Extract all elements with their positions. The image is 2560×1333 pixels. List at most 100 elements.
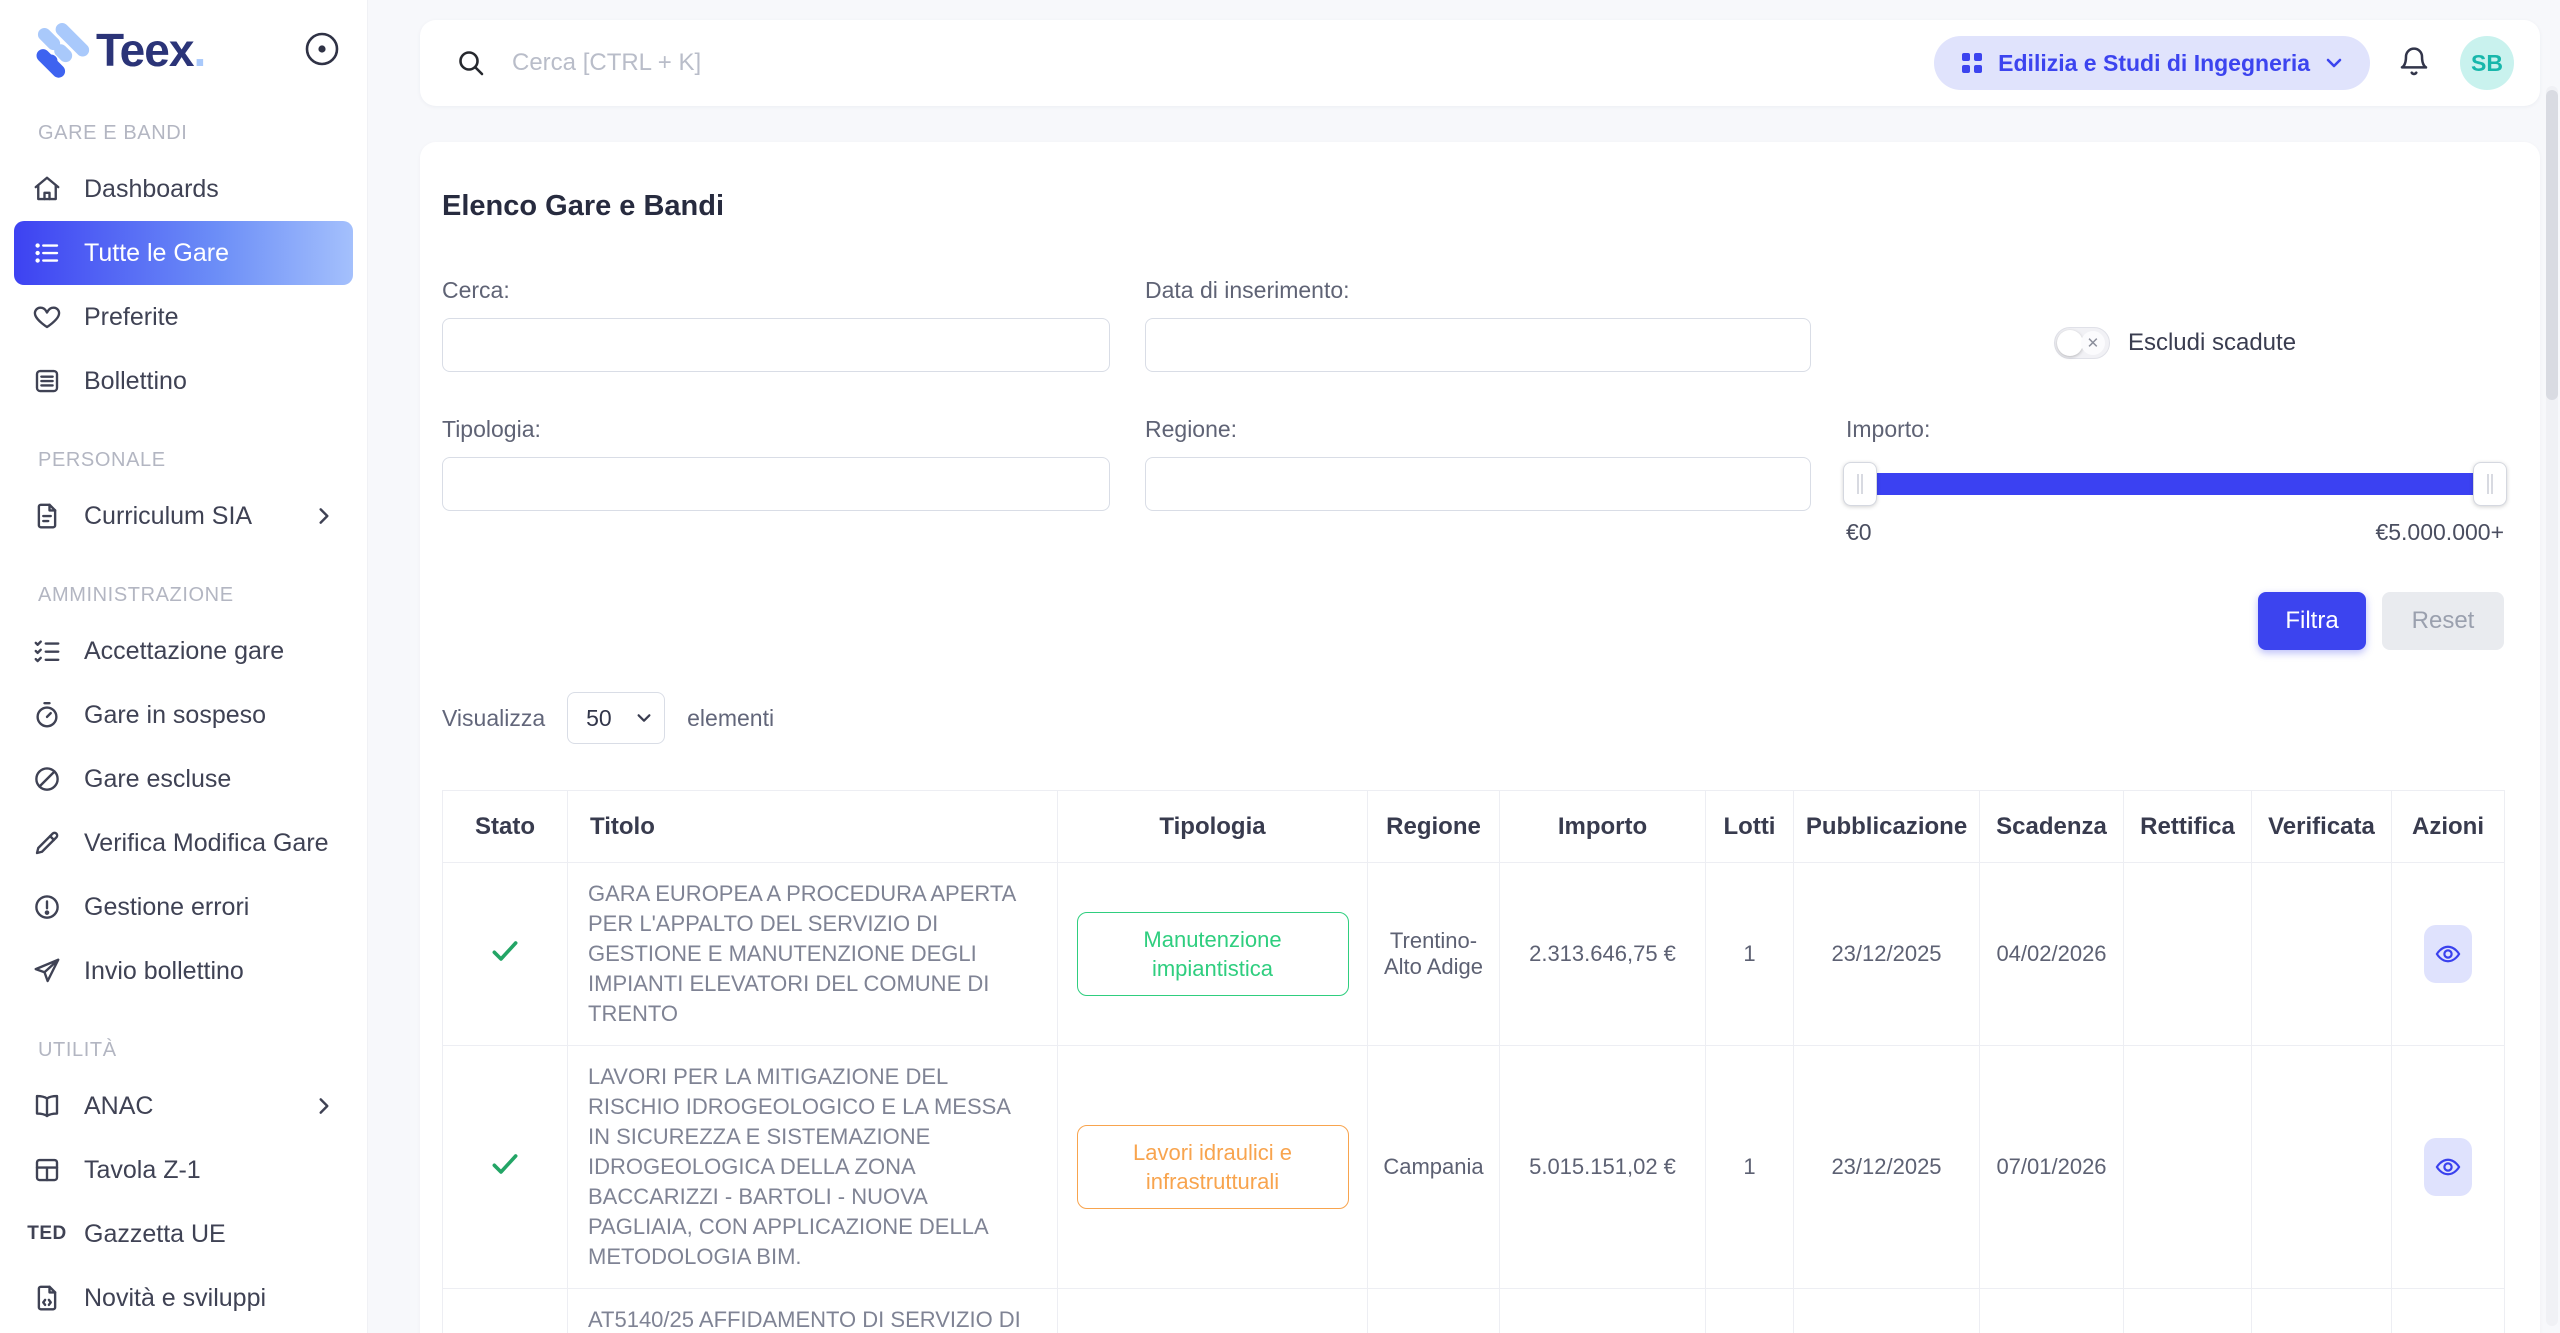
- sidebar-item-gare-in-sospeso[interactable]: Gare in sospeso: [14, 683, 353, 747]
- sidebar-item-verifica-modifica-gare[interactable]: Verifica Modifica Gare: [14, 811, 353, 875]
- sidebar-item-preferite[interactable]: Preferite: [14, 285, 353, 349]
- gara-title: GARA EUROPEA A PROCEDURA APERTA PER L'AP…: [568, 863, 1058, 1046]
- sidebar-item-gare-escluse[interactable]: Gare escluse: [14, 747, 353, 811]
- page-size-select[interactable]: 50: [567, 692, 665, 744]
- eye-icon: [2434, 1153, 2462, 1181]
- sidebar-item-label: Tutte le Gare: [84, 239, 229, 268]
- search-icon: [456, 48, 486, 78]
- sidebar-item-label: Gare in sospeso: [84, 701, 266, 730]
- regione-cell: Trentino-Alto Adige: [1368, 863, 1500, 1046]
- verificata-cell: [2252, 1289, 2392, 1333]
- scrollbar-thumb[interactable]: [2546, 90, 2558, 400]
- pencil-icon: [32, 828, 62, 858]
- sidebar-item-gazzetta-ue[interactable]: TEDGazzetta UE: [14, 1202, 353, 1266]
- check-icon: [489, 1148, 521, 1180]
- sidebar-item-invio-bollettino[interactable]: Invio bollettino: [14, 939, 353, 1003]
- pubblicazione-cell: 23/12/2025: [1794, 1289, 1980, 1333]
- sidebar-collapse-button[interactable]: [303, 30, 341, 71]
- eye-icon: [2434, 940, 2462, 968]
- view-gara-button[interactable]: [2424, 925, 2472, 983]
- cerca-label: Cerca:: [442, 277, 1110, 304]
- pubblicazione-cell: 23/12/2025: [1794, 863, 1980, 1046]
- cerca-input[interactable]: [442, 318, 1110, 372]
- notifications-button[interactable]: [2398, 46, 2430, 81]
- section-label-amministrazione: AMMINISTRAZIONE: [38, 584, 353, 607]
- view-gara-button[interactable]: [2424, 1138, 2472, 1196]
- slider-track[interactable]: [1846, 473, 2504, 495]
- sidebar-item-bollettino[interactable]: Bollettino: [14, 349, 353, 413]
- regione-input[interactable]: [1145, 457, 1811, 511]
- file-code-icon: [32, 1283, 62, 1313]
- column-header-azioni: Azioni: [2392, 791, 2505, 863]
- sidebar-item-curriculum-sia[interactable]: Curriculum SIA: [14, 484, 353, 548]
- lotti-cell: 1: [1706, 1046, 1794, 1289]
- sidebar-item-novit-e-sviluppi[interactable]: Novità e sviluppi: [14, 1266, 353, 1330]
- sidebar-item-gestione-errori[interactable]: Gestione errori: [14, 875, 353, 939]
- filtra-button[interactable]: Filtra: [2258, 592, 2366, 650]
- filters: Cerca: Data di inserimento: ✕ Escludi sc…: [442, 277, 2504, 546]
- scadenza-cell: 10/02/2026: [1980, 1289, 2124, 1333]
- column-header-tipologia: Tipologia: [1058, 791, 1368, 863]
- filter-data: Data di inserimento:: [1145, 277, 1811, 372]
- pubblicazione-cell: 23/12/2025: [1794, 1046, 1980, 1289]
- sidebar-item-label: Verifica Modifica Gare: [84, 829, 329, 858]
- workspace-selector[interactable]: Edilizia e Studi di Ingegneria: [1934, 36, 2370, 90]
- avatar[interactable]: SB: [2460, 36, 2514, 90]
- importo-cell: 540.515,48 €: [1500, 1289, 1706, 1333]
- grid-icon: [1960, 51, 1984, 75]
- section-label-gare-e-bandi: GARE E BANDI: [38, 122, 353, 145]
- checklist-icon: [32, 636, 62, 666]
- sidebar: Teex. GARE E BANDI Dashboards Tutte le Gar…: [0, 0, 368, 1333]
- column-header-stato: Stato: [443, 791, 568, 863]
- file-text-icon: [32, 501, 62, 531]
- reset-button[interactable]: Reset: [2382, 592, 2504, 650]
- logo-row: Teex.: [0, 0, 367, 80]
- heart-icon: [32, 302, 62, 332]
- column-header-scadenza: Scadenza: [1980, 791, 2124, 863]
- importo-cell: 2.313.646,75 €: [1500, 863, 1706, 1046]
- column-header-importo: Importo: [1500, 791, 1706, 863]
- sidebar-item-tutte-le-gare[interactable]: Tutte le Gare: [14, 221, 353, 285]
- importo-label: Importo:: [1846, 416, 2504, 443]
- sidebar-item-dashboards[interactable]: Dashboards: [14, 157, 353, 221]
- sidebar-nav: GARE E BANDI Dashboards Tutte le Gare Prefe…: [0, 80, 367, 1330]
- slider-handle-max[interactable]: [2473, 462, 2507, 506]
- table-body: GARA EUROPEA A PROCEDURA APERTA PER L'AP…: [443, 863, 2505, 1333]
- book-icon: [32, 1091, 62, 1121]
- column-header-titolo: Titolo: [568, 791, 1058, 863]
- newspaper-icon: [32, 366, 62, 396]
- sidebar-item-accettazione-gare[interactable]: Accettazione gare: [14, 619, 353, 683]
- ted-icon: TED: [32, 1219, 62, 1249]
- regione-cell: Trentino-Alto Adige: [1368, 1289, 1500, 1333]
- tipologia-input[interactable]: [442, 457, 1110, 511]
- chevron-right-icon: [313, 1095, 335, 1117]
- sidebar-item-anac[interactable]: ANAC: [14, 1074, 353, 1138]
- search-input[interactable]: [512, 49, 1934, 77]
- data-label: Data di inserimento:: [1145, 277, 1811, 304]
- importo-cell: 5.015.151,02 €: [1500, 1046, 1706, 1289]
- slider-handle-min[interactable]: [1843, 462, 1877, 506]
- sidebar-item-label: Dashboards: [84, 175, 219, 204]
- toggle-x-icon: ✕: [2081, 331, 2105, 355]
- sidebar-item-label: Preferite: [84, 303, 178, 332]
- circle-dot-icon: [303, 30, 341, 71]
- stopwatch-icon: [32, 700, 62, 730]
- escludi-toggle[interactable]: ✕: [2054, 327, 2110, 359]
- chevron-right-icon: [313, 505, 335, 527]
- table-row: GARA EUROPEA A PROCEDURA APERTA PER L'AP…: [443, 863, 2505, 1046]
- tipologia-badge: Lavori idraulici e infrastrutturali: [1077, 1125, 1349, 1209]
- page-title: Elenco Gare e Bandi: [442, 190, 2504, 223]
- teex-logo-icon: [30, 20, 90, 80]
- verificata-cell: [2252, 863, 2392, 1046]
- gara-title: LAVORI PER LA MITIGAZIONE DEL RISCHIO ID…: [568, 1046, 1058, 1289]
- lotti-cell: 1: [1706, 1289, 1794, 1333]
- sidebar-item-label: ANAC: [84, 1092, 153, 1121]
- page-size-row: Visualizza 50 elementi: [442, 692, 2504, 744]
- sidebar-item-tavola-z-1[interactable]: Tavola Z-1: [14, 1138, 353, 1202]
- sidebar-item-label: Accettazione gare: [84, 637, 284, 666]
- rettifica-cell: [2124, 863, 2252, 1046]
- main-content: Elenco Gare e Bandi Cerca: Data di inser…: [420, 142, 2540, 1333]
- table-icon: [32, 1155, 62, 1185]
- data-input[interactable]: [1145, 318, 1811, 372]
- filter-tipologia: Tipologia:: [442, 416, 1110, 546]
